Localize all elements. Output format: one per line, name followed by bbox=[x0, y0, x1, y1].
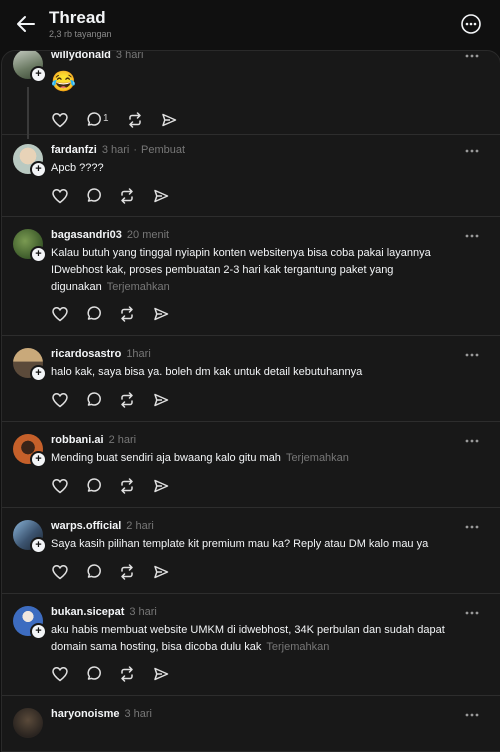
like-heart-icon[interactable] bbox=[51, 665, 69, 683]
translate-link[interactable]: Terjemahkan bbox=[266, 641, 329, 653]
emoji-laugh: 😂 bbox=[51, 71, 76, 93]
share-send-icon[interactable] bbox=[160, 111, 178, 129]
post-text: aku habis membuat website UMKM di idwebh… bbox=[51, 624, 445, 653]
comment-bubble-icon[interactable] bbox=[85, 563, 103, 581]
like-heart-icon[interactable] bbox=[51, 563, 69, 581]
follow-plus-icon[interactable]: + bbox=[30, 161, 47, 178]
share-send-icon[interactable] bbox=[152, 665, 170, 683]
post-menu-icon[interactable] bbox=[464, 712, 480, 718]
follow-plus-icon[interactable]: + bbox=[30, 537, 47, 554]
post-time: 2 hari bbox=[108, 434, 137, 446]
repost-icon[interactable] bbox=[118, 305, 136, 323]
reply-post: + fardanfzi 3 hari · Pembuat Apcb ???? bbox=[2, 134, 500, 217]
repost-icon[interactable] bbox=[126, 111, 144, 129]
username[interactable]: robbani.ai bbox=[51, 434, 104, 446]
repost-icon[interactable] bbox=[118, 477, 136, 495]
author-badge: Pembuat bbox=[141, 144, 186, 156]
share-send-icon[interactable] bbox=[152, 305, 170, 323]
username[interactable]: haryonoisme bbox=[51, 708, 119, 720]
translate-link[interactable]: Terjemahkan bbox=[286, 452, 349, 464]
post-text: Mending buat sendiri aja bwaang kalo git… bbox=[51, 452, 281, 464]
reply-count: 1 bbox=[103, 113, 109, 124]
like-heart-icon[interactable] bbox=[51, 391, 69, 409]
post-time: 3 hari bbox=[115, 50, 144, 61]
reply-post: + robbani.ai 2 hari Mending buat sendiri … bbox=[2, 421, 500, 508]
page-title: Thread bbox=[49, 8, 106, 27]
share-send-icon[interactable] bbox=[152, 187, 170, 205]
post-menu-icon[interactable] bbox=[464, 148, 480, 154]
more-options-icon[interactable] bbox=[460, 13, 482, 35]
share-send-icon[interactable] bbox=[152, 563, 170, 581]
comment-bubble-icon[interactable] bbox=[85, 187, 103, 205]
like-heart-icon[interactable] bbox=[51, 305, 69, 323]
comment-bubble-icon[interactable] bbox=[85, 665, 103, 683]
follow-plus-icon[interactable]: + bbox=[30, 246, 47, 263]
reply-post: haryonoisme 3 hari bbox=[2, 695, 500, 751]
thread-connector-line bbox=[27, 87, 29, 139]
share-send-icon[interactable] bbox=[152, 391, 170, 409]
follow-plus-icon[interactable]: + bbox=[30, 451, 47, 468]
username[interactable]: willydonald bbox=[51, 51, 111, 61]
repost-icon[interactable] bbox=[118, 187, 136, 205]
follow-plus-icon[interactable]: + bbox=[30, 365, 47, 382]
reply-post: + bagasandri03 20 menit Kalau butuh yang … bbox=[2, 216, 500, 336]
post-time: 1hari bbox=[126, 348, 151, 360]
post-time: 2 hari bbox=[126, 520, 154, 532]
comment-bubble-icon[interactable] bbox=[85, 391, 103, 409]
comment-bubble-icon[interactable] bbox=[85, 111, 103, 129]
username[interactable]: bukan.sicepat bbox=[51, 606, 124, 618]
thread-panel: + willydonald 3 hari 😂 1 + fardanfzi 3 h… bbox=[1, 50, 500, 752]
post-menu-icon[interactable] bbox=[464, 233, 480, 239]
like-heart-icon[interactable] bbox=[51, 187, 69, 205]
username[interactable]: ricardosastro bbox=[51, 348, 121, 360]
comment-bubble-icon[interactable] bbox=[85, 305, 103, 323]
top-bar: Thread 2,3 rb tayangan bbox=[0, 0, 500, 50]
repost-icon[interactable] bbox=[118, 391, 136, 409]
like-heart-icon[interactable] bbox=[51, 111, 69, 129]
post-menu-icon[interactable] bbox=[464, 524, 480, 530]
follow-plus-icon[interactable]: + bbox=[30, 66, 47, 83]
view-count: 2,3 rb tayangan bbox=[49, 29, 112, 39]
username[interactable]: warps.official bbox=[51, 520, 121, 532]
post-time: 3 hari bbox=[101, 144, 130, 156]
post-time: 3 hari bbox=[124, 708, 152, 720]
post-text: Saya kasih pilihan template kit premium … bbox=[51, 538, 429, 550]
username[interactable]: bagasandri03 bbox=[51, 229, 122, 241]
comment-bubble-icon[interactable] bbox=[85, 477, 103, 495]
post-menu-icon[interactable] bbox=[464, 610, 480, 616]
follow-plus-icon[interactable]: + bbox=[30, 623, 47, 640]
post-time: 3 hari bbox=[129, 606, 157, 618]
reply-post: + warps.official 2 hari Saya kasih piliha… bbox=[2, 507, 500, 594]
like-heart-icon[interactable] bbox=[51, 477, 69, 495]
reply-post: + ricardosastro 1hari halo kak, saya bisa… bbox=[2, 335, 500, 422]
translate-link[interactable]: Terjemahkan bbox=[107, 281, 170, 293]
back-arrow-icon[interactable] bbox=[14, 12, 38, 36]
username[interactable]: fardanfzi bbox=[51, 144, 97, 156]
post-menu-icon[interactable] bbox=[464, 438, 480, 444]
repost-icon[interactable] bbox=[118, 665, 136, 683]
post-time: 20 menit bbox=[126, 229, 170, 241]
avatar[interactable] bbox=[13, 708, 43, 738]
post-text: halo kak, saya bisa ya. boleh dm kak unt… bbox=[51, 366, 363, 378]
post-menu-icon[interactable] bbox=[464, 352, 480, 358]
reply-post: + bukan.sicepat 3 hari aku habis membuat … bbox=[2, 593, 500, 696]
repost-icon[interactable] bbox=[118, 563, 136, 581]
post-menu-icon[interactable] bbox=[464, 53, 480, 59]
share-send-icon[interactable] bbox=[152, 477, 170, 495]
post-text: Apcb ???? bbox=[51, 162, 104, 174]
reply-post: + willydonald 3 hari 😂 1 bbox=[2, 50, 500, 139]
